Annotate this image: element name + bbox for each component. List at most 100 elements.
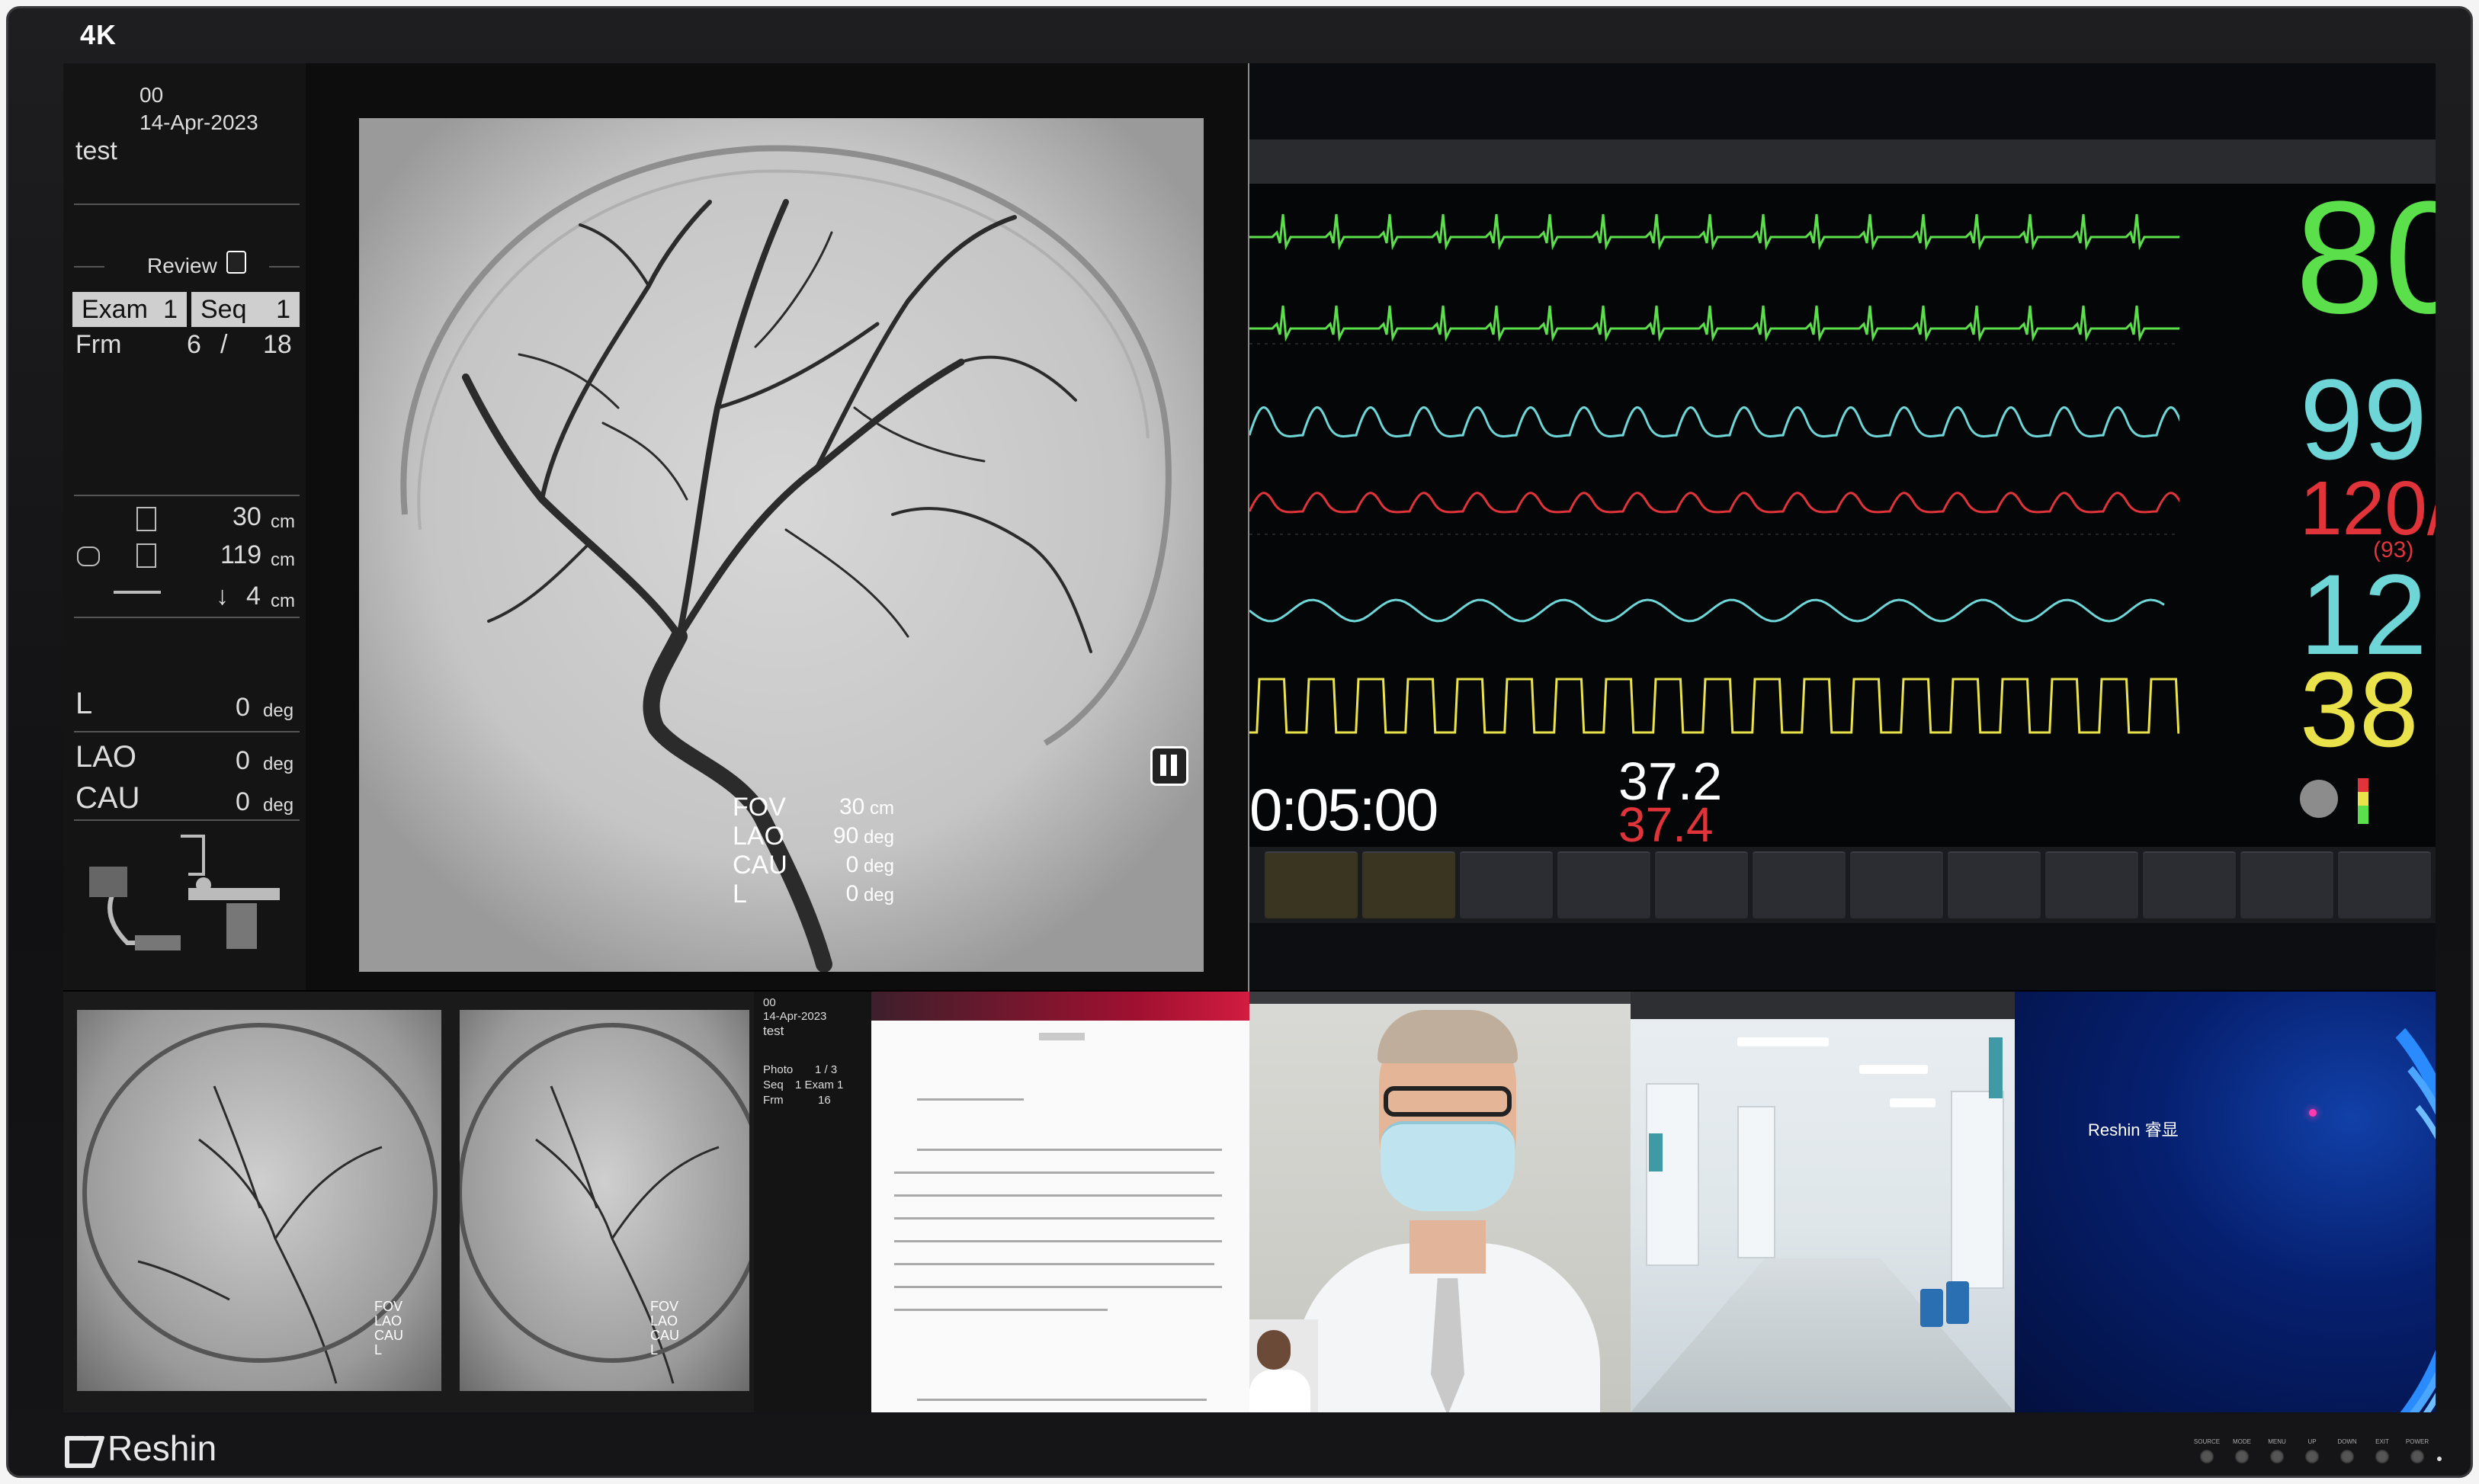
overlay-fov: FOV 30 cm bbox=[733, 793, 894, 822]
power-button[interactable]: POWER bbox=[2406, 1438, 2429, 1463]
text-line bbox=[917, 1399, 1207, 1401]
info-icon[interactable] bbox=[2300, 780, 2338, 818]
l-unit: deg bbox=[263, 700, 294, 721]
resp-rate-value: 38 bbox=[2300, 649, 2419, 769]
ceiling-light bbox=[1890, 1098, 1935, 1107]
frame-label: Frm bbox=[763, 1094, 784, 1107]
monitor-softkey-bar bbox=[1249, 847, 2436, 923]
mini-overlay-labels: FOV LAO CAU L bbox=[650, 1299, 680, 1357]
doctor-hair bbox=[1377, 1010, 1518, 1063]
menu-button[interactable]: MENU bbox=[2268, 1438, 2286, 1463]
angio-overlay-params: FOV 30 cm LAO 90 deg CAU 0 deg L 0 deg bbox=[733, 793, 894, 909]
lao-label: LAO bbox=[75, 740, 137, 774]
softkey-button[interactable] bbox=[1362, 851, 1455, 918]
up-button[interactable]: UP bbox=[2303, 1438, 2321, 1463]
hospital-corridor-camera-tile[interactable] bbox=[1631, 992, 2015, 1412]
source-icon bbox=[77, 546, 100, 566]
softkey-button[interactable] bbox=[1265, 851, 1358, 918]
softkey-button[interactable] bbox=[1655, 851, 1748, 918]
co2-waveform bbox=[1249, 678, 2179, 734]
angio-panel: 00 14-Apr-2023 test Review Exam 1 Seq 1 … bbox=[63, 63, 1248, 990]
source-button[interactable]: SOURCE bbox=[2194, 1438, 2220, 1463]
softkey-button[interactable] bbox=[2240, 851, 2333, 918]
record-title bbox=[1039, 1033, 1085, 1040]
sparkle-icon bbox=[2309, 1109, 2317, 1117]
text-line bbox=[894, 1286, 1222, 1288]
temperature-2-value: 37.4 bbox=[1618, 797, 1714, 852]
text-line bbox=[894, 1240, 1222, 1242]
softkey-button[interactable] bbox=[2143, 851, 2236, 918]
seq-value: 1 Exam 1 bbox=[795, 1079, 844, 1091]
text-line bbox=[894, 1194, 1222, 1197]
power-led-icon bbox=[2437, 1457, 2442, 1461]
pause-icon[interactable] bbox=[226, 251, 246, 274]
ecg-waveform-1 bbox=[1249, 213, 2179, 251]
medical-record-tile[interactable] bbox=[871, 992, 1249, 1412]
detector-icon bbox=[136, 543, 156, 568]
seq-label: Seq bbox=[763, 1079, 784, 1091]
softkey-button[interactable] bbox=[1753, 851, 1846, 918]
overlay-lao: LAO 90 deg bbox=[733, 822, 894, 851]
overlay-l: L 0 deg bbox=[733, 880, 894, 909]
softkey-button[interactable] bbox=[1460, 851, 1553, 918]
mode-label: Review bbox=[147, 254, 217, 277]
exam-field[interactable]: Exam 1 bbox=[72, 292, 187, 327]
spo2-waveform bbox=[1249, 406, 2179, 438]
divider bbox=[74, 495, 300, 496]
corridor-door bbox=[1951, 1091, 2004, 1289]
divider bbox=[74, 204, 300, 205]
frame-label: Frm bbox=[75, 330, 122, 359]
l-label: L bbox=[75, 687, 93, 720]
angio-thumbnail-left[interactable]: FOV LAO CAU L bbox=[77, 1010, 441, 1391]
angio-thumbnail-right[interactable]: FOV LAO CAU L bbox=[457, 1010, 767, 1391]
monitor-top-area bbox=[1249, 63, 2436, 139]
mode-button[interactable]: MODE bbox=[2233, 1438, 2251, 1463]
text-line bbox=[894, 1171, 1214, 1174]
divider bbox=[269, 266, 300, 268]
cau-unit: deg bbox=[263, 795, 294, 816]
self-view-pip[interactable] bbox=[1249, 1319, 1318, 1412]
corridor-door bbox=[1646, 1083, 1699, 1266]
softkey-button[interactable] bbox=[2045, 851, 2138, 918]
divider bbox=[74, 731, 300, 732]
text-line bbox=[917, 1149, 1222, 1151]
seq-label: Seq bbox=[200, 294, 247, 324]
doctor-mask bbox=[1381, 1121, 1515, 1211]
seq-field[interactable]: Seq 1 bbox=[191, 292, 300, 327]
nibp-value: 120/80 bbox=[2300, 466, 2436, 551]
softkey-button[interactable] bbox=[1850, 851, 1943, 918]
doctor-neck bbox=[1409, 1220, 1486, 1274]
resp-waveform bbox=[1249, 598, 2165, 623]
softkey-button[interactable] bbox=[2338, 851, 2431, 918]
softkey-button[interactable] bbox=[1557, 851, 1650, 918]
video-call-tile[interactable] bbox=[1249, 992, 1631, 1412]
frame-value: 16 bbox=[818, 1094, 831, 1107]
lao-unit: deg bbox=[263, 754, 294, 774]
video-titlebar bbox=[1249, 992, 1631, 1004]
pause-playback-icon[interactable] bbox=[1150, 746, 1188, 786]
divider bbox=[74, 819, 300, 821]
vital-signs-monitor: 80 99 120/80 (93) 12.2 38 0:05:00 37.2 3… bbox=[1249, 63, 2436, 990]
text-line bbox=[894, 1217, 1214, 1220]
sid-unit: cm bbox=[271, 511, 295, 532]
doctor-glasses bbox=[1384, 1086, 1512, 1117]
display-screen: 00 14-Apr-2023 test Review Exam 1 Seq 1 … bbox=[63, 63, 2436, 1412]
angio-review-tile[interactable]: FOV LAO CAU L FOV LAO CAU L 00 14-Apr-20… bbox=[63, 992, 871, 1412]
photo-label: Photo bbox=[763, 1063, 794, 1076]
mini-overlay-labels: FOV LAO CAU L bbox=[374, 1299, 404, 1357]
overlay-cau: CAU 0 deg bbox=[733, 851, 894, 880]
detector-icon bbox=[136, 507, 156, 531]
brand-wallpaper-tile: Reshin 睿显 bbox=[2015, 992, 2436, 1412]
table-unit: cm bbox=[271, 591, 295, 611]
softkey-button[interactable] bbox=[1948, 851, 2041, 918]
exit-button[interactable]: EXIT bbox=[2373, 1438, 2391, 1463]
table-arrow-icon: ↓ bbox=[216, 582, 229, 611]
down-button[interactable]: DOWN bbox=[2337, 1438, 2357, 1463]
waveform-area bbox=[1249, 213, 2179, 734]
patient-name: test bbox=[763, 1024, 784, 1038]
angio-info-sidebar: 00 14-Apr-2023 test Review Exam 1 Seq 1 … bbox=[63, 63, 306, 990]
camera-toolbar bbox=[1631, 992, 2015, 1019]
corridor-door bbox=[1737, 1106, 1775, 1258]
resolution-badge: 4K bbox=[80, 19, 117, 50]
c-arm-diagram-icon bbox=[89, 835, 280, 950]
